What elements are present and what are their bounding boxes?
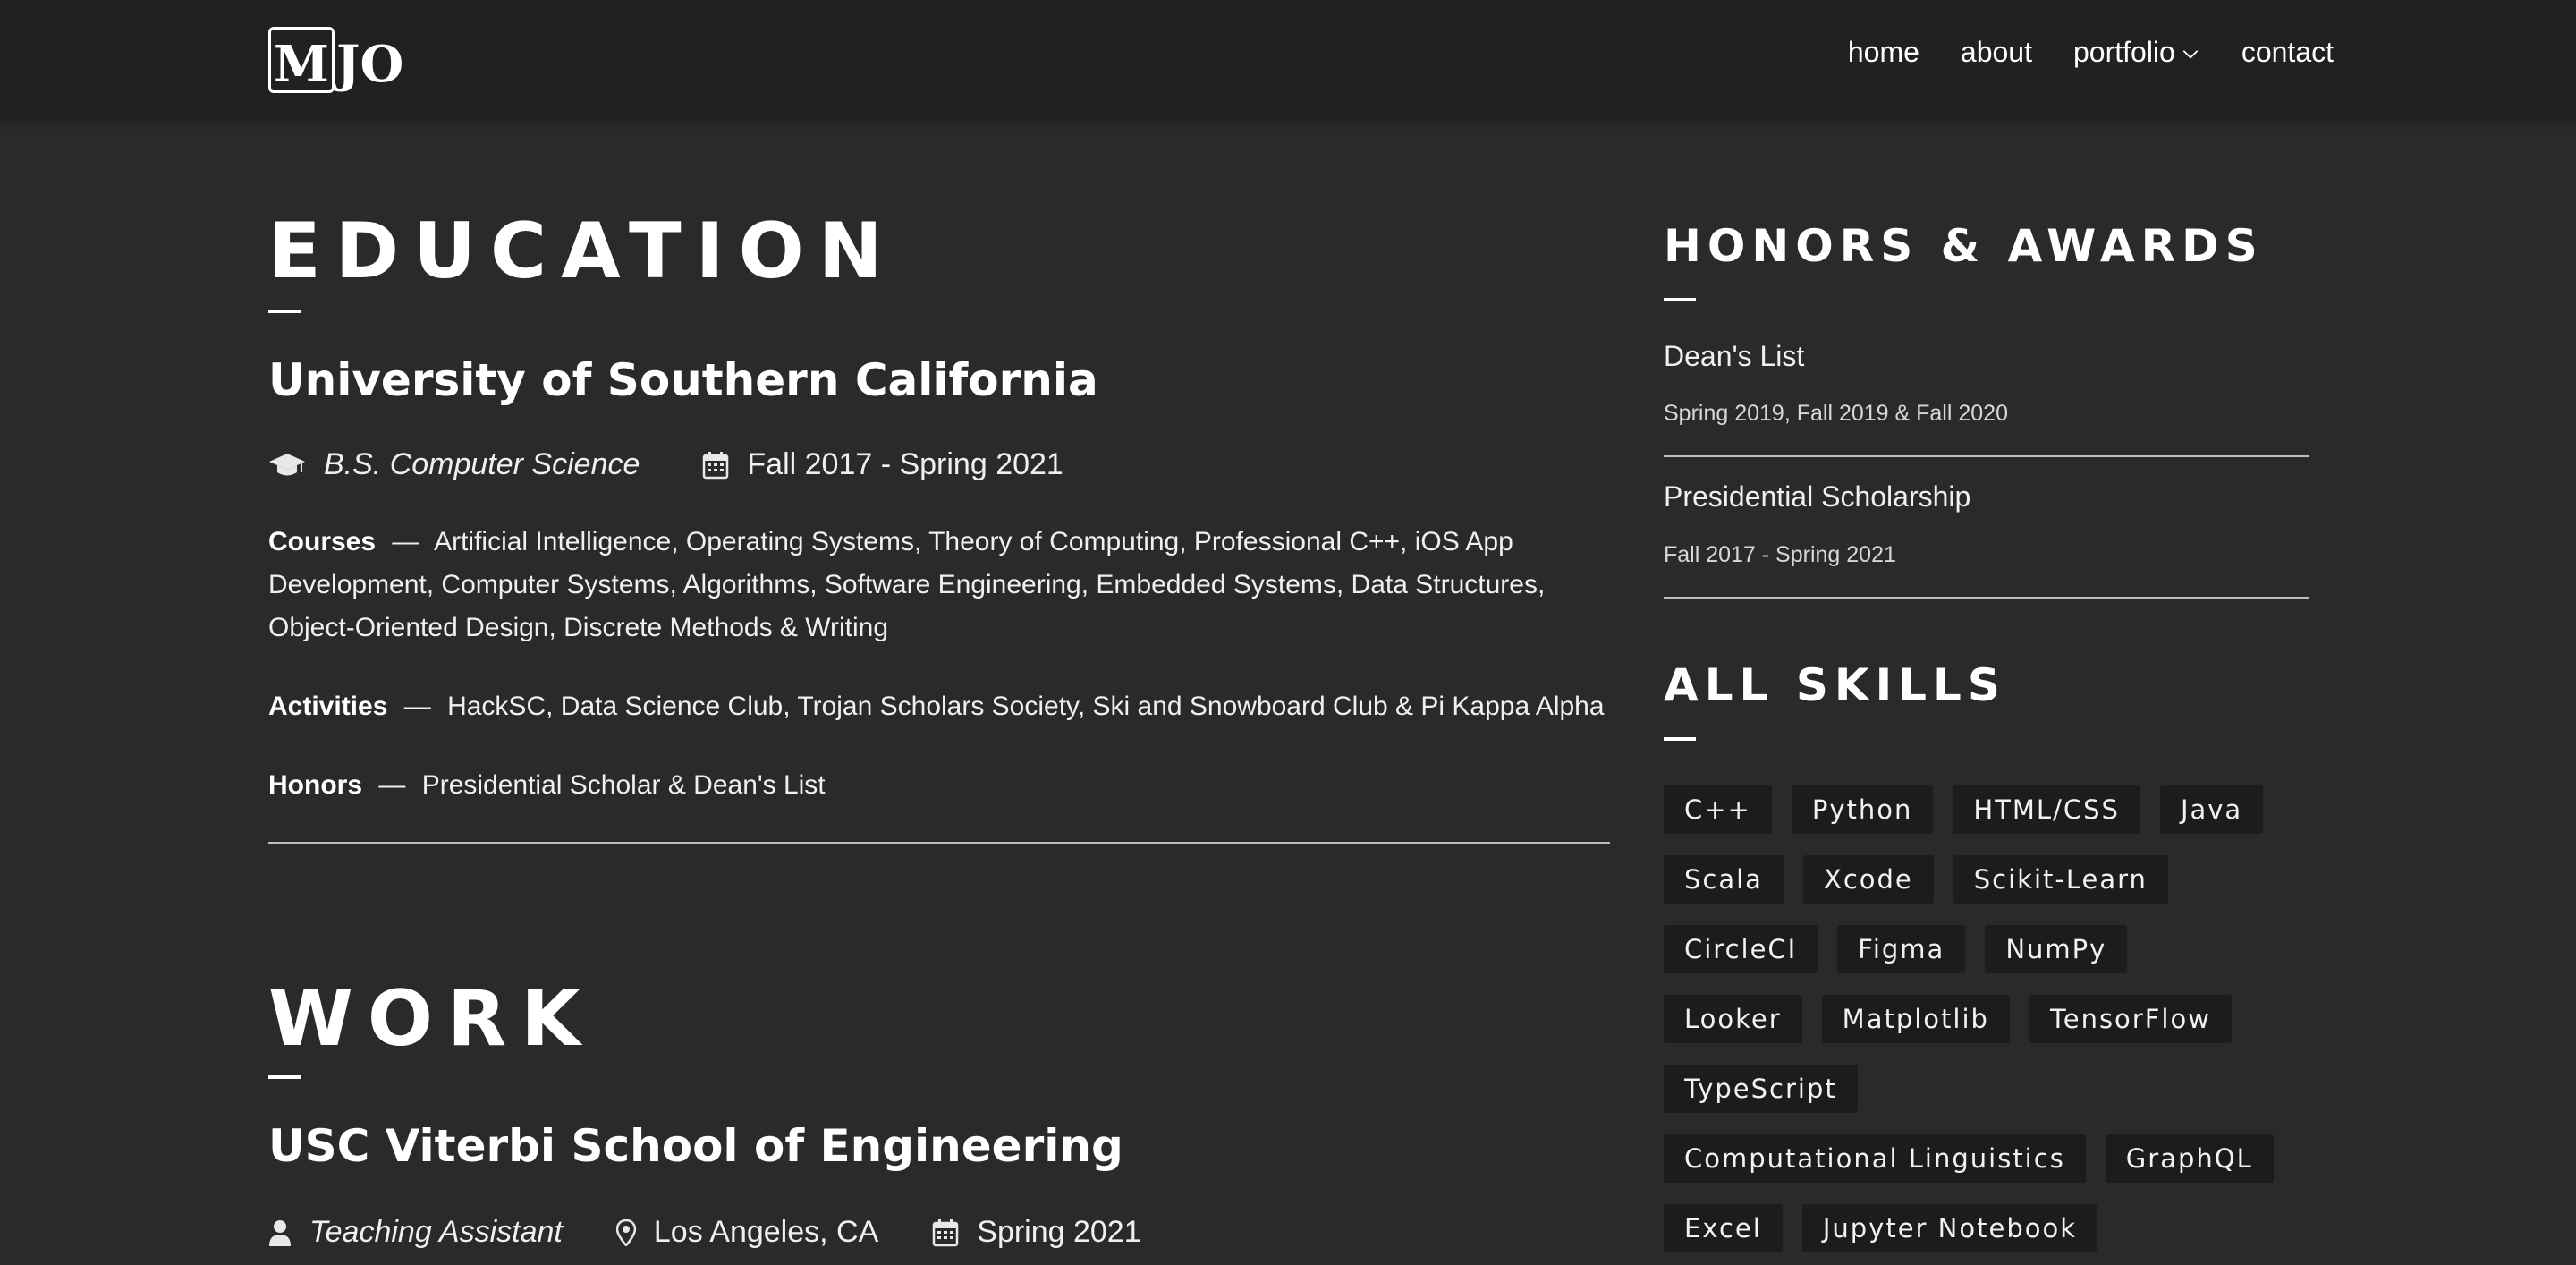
skill-row: Scala Xcode Scikit-Learn <box>1664 855 2309 925</box>
calendar-icon <box>703 451 729 479</box>
work-meta: Teaching Assistant Los Angeles, CA Sprin… <box>268 1215 1204 1250</box>
site-logo[interactable]: M JO <box>268 27 404 94</box>
nav-portfolio[interactable]: portfolio <box>2073 36 2200 69</box>
user-icon <box>269 1219 291 1246</box>
skill-tag[interactable]: Xcode <box>1802 855 1934 904</box>
work-title: WORK <box>268 974 595 1064</box>
role-text: Teaching Assistant <box>309 1215 563 1249</box>
separator: — <box>378 770 406 800</box>
map-pin-icon <box>615 1218 636 1246</box>
award-date: Fall 2017 - Spring 2021 <box>1664 542 1896 567</box>
nav-about[interactable]: about <box>1961 36 2032 69</box>
activities-label: Activities <box>268 692 388 721</box>
skill-row: CircleCI Figma NumPy <box>1664 925 2309 995</box>
skill-tag[interactable]: Scikit-Learn <box>1953 855 2168 904</box>
skill-tag[interactable]: GraphQL <box>2105 1134 2274 1183</box>
skill-tag[interactable]: TensorFlow <box>2029 995 2232 1043</box>
skill-tag[interactable]: Scala <box>1664 855 1784 904</box>
skill-tag[interactable]: Matplotlib <box>1821 995 2010 1043</box>
skill-tag[interactable]: HTML/CSS <box>1953 785 2140 834</box>
degree: B.S. Computer Science <box>268 447 640 482</box>
courses-paragraph: Courses — Artificial Intelligence, Opera… <box>268 521 1610 649</box>
skill-row: Computational Linguistics GraphQL <box>1664 1134 2309 1204</box>
award-divider <box>1664 455 2309 457</box>
skill-tag[interactable]: Excel <box>1664 1204 1783 1252</box>
logo-box: M <box>268 27 335 94</box>
education-dates-text: Fall 2017 - Spring 2021 <box>747 447 1063 481</box>
nav-portfolio-label: portfolio <box>2072 36 2175 68</box>
nav-home[interactable]: home <box>1848 36 1919 69</box>
award-name: Dean's List <box>1664 340 1805 372</box>
education-meta: B.S. Computer Science Fall 2017 - Spring… <box>268 447 1126 482</box>
honors-text: Presidential Scholar & Dean's List <box>421 770 826 800</box>
honors-awards-title: HONORS & AWARDS <box>1664 220 2264 272</box>
calendar-icon <box>933 1218 959 1246</box>
skill-tag[interactable]: Computational Linguistics <box>1664 1134 2086 1183</box>
work-dates-text: Spring 2021 <box>977 1215 1141 1249</box>
activities-text: HackSC, Data Science Club, Trojan Schola… <box>447 692 1605 721</box>
graduation-cap-icon <box>269 453 305 475</box>
education-dates: Fall 2017 - Spring 2021 <box>702 447 1063 482</box>
separator: — <box>403 692 431 721</box>
courses-label: Courses <box>268 527 377 556</box>
title-underline <box>1664 737 1696 741</box>
skill-tag[interactable]: NumPy <box>1985 925 2128 973</box>
skill-tag[interactable]: Java <box>2159 785 2264 834</box>
nav-contact[interactable]: contact <box>2241 36 2334 69</box>
work-org: USC Viterbi School of Engineering <box>268 1120 1123 1172</box>
skill-tag[interactable]: Looker <box>1664 995 1802 1043</box>
section-divider <box>268 842 1610 844</box>
skill-tag[interactable]: Python <box>1791 785 1934 834</box>
activities-paragraph: Activities — HackSC, Data Science Club, … <box>268 685 1610 728</box>
location: Los Angeles, CA <box>615 1215 879 1250</box>
honors-label: Honors <box>268 770 362 800</box>
work-dates: Spring 2021 <box>932 1215 1141 1250</box>
skill-tag[interactable]: Figma <box>1837 925 1966 973</box>
chevron-down-icon <box>2182 49 2199 59</box>
role: Teaching Assistant <box>268 1215 563 1250</box>
courses-text: Artificial Intelligence, Operating Syste… <box>268 527 1546 642</box>
skill-tag[interactable]: CircleCI <box>1664 925 1818 973</box>
navbar: M JO home about portfolio contact <box>0 0 2576 117</box>
logo-text: JO <box>336 35 404 94</box>
school-name: University of Southern California <box>268 354 1098 406</box>
location-text: Los Angeles, CA <box>653 1215 879 1249</box>
title-underline <box>1664 298 1696 301</box>
skill-tag[interactable]: C++ <box>1664 785 1772 834</box>
skill-row: TypeScript <box>1664 1065 2309 1134</box>
award-name: Presidential Scholarship <box>1664 480 1971 513</box>
skills-title: ALL SKILLS <box>1664 659 2006 711</box>
title-underline <box>268 310 301 313</box>
skill-tag[interactable]: TypeScript <box>1664 1065 1858 1113</box>
degree-text: B.S. Computer Science <box>324 447 640 481</box>
award-divider <box>1664 597 2309 599</box>
skill-row: Looker Matplotlib TensorFlow <box>1664 995 2309 1065</box>
separator: — <box>392 527 419 556</box>
title-underline <box>268 1075 301 1079</box>
honors-paragraph: Honors — Presidential Scholar & Dean's L… <box>268 764 1610 807</box>
education-title: EDUCATION <box>268 207 897 296</box>
main-nav: home about portfolio contact <box>1807 36 2334 69</box>
skill-tag[interactable]: Jupyter Notebook <box>1801 1204 2098 1252</box>
skill-row: Excel Jupyter Notebook <box>1664 1204 2309 1265</box>
award-date: Spring 2019, Fall 2019 & Fall 2020 <box>1664 401 2008 426</box>
skill-row: C++ Python HTML/CSS Java <box>1664 785 2309 855</box>
skills-list: C++ Python HTML/CSS Java Scala Xcode Sci… <box>1664 785 2309 1265</box>
